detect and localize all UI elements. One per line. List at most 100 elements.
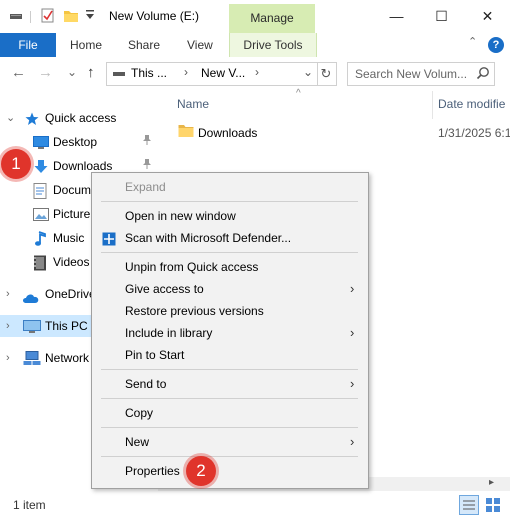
- minimize-button[interactable]: —: [374, 0, 419, 33]
- submenu-arrow-icon: ›: [350, 434, 355, 449]
- breadcrumb-new-volume[interactable]: New V...: [201, 66, 245, 80]
- menu-divider: [101, 427, 358, 428]
- breadcrumb-separator-icon[interactable]: ›: [255, 65, 259, 79]
- menu-item-label: New: [125, 435, 150, 449]
- drive-icon: [9, 8, 23, 25]
- defender-shield-icon: [102, 231, 116, 253]
- star-icon: [25, 111, 39, 133]
- sidebar-item-label: OneDrive: [45, 287, 96, 301]
- scroll-right-icon[interactable]: ▸: [489, 477, 494, 488]
- chevron-right-icon[interactable]: ›: [6, 283, 10, 305]
- menu-item-label: Restore previous versions: [125, 304, 264, 318]
- search-placeholder: Search New Volum...: [355, 67, 468, 81]
- folder-icon: [178, 124, 194, 141]
- maximize-button[interactable]: ☐: [419, 0, 464, 33]
- column-header-name[interactable]: Name: [177, 97, 209, 111]
- sidebar-item-label: Music: [53, 231, 85, 245]
- menu-item-unpin[interactable]: Unpin from Quick access: [92, 256, 368, 278]
- large-icons-view-icon[interactable]: [484, 496, 502, 514]
- ribbon-collapse-icon[interactable]: ⌃: [468, 35, 477, 48]
- new-folder-qat-icon[interactable]: [63, 8, 79, 27]
- context-menu: Expand Open in new window Scan with Micr…: [91, 172, 369, 489]
- search-icon[interactable]: [476, 66, 490, 83]
- tab-drive-tools[interactable]: Drive Tools: [229, 33, 317, 57]
- address-bar[interactable]: This ... › New V... › ⌄: [106, 62, 318, 86]
- menu-item-open-new-window[interactable]: Open in new window: [92, 205, 368, 227]
- refresh-icon[interactable]: ↻: [316, 62, 337, 86]
- tab-home[interactable]: Home: [70, 33, 102, 57]
- menu-item-expand[interactable]: Expand: [92, 176, 368, 198]
- menu-item-properties[interactable]: Properties: [92, 460, 368, 482]
- computer-icon: [23, 319, 41, 341]
- menu-divider: [101, 398, 358, 399]
- sidebar-item-quick-access[interactable]: ⌄ Quick access: [0, 107, 158, 129]
- column-header-date[interactable]: Date modifie: [438, 97, 505, 111]
- back-arrow-icon[interactable]: ←: [11, 64, 26, 81]
- menu-divider: [101, 201, 358, 202]
- tab-file[interactable]: File: [0, 33, 56, 57]
- title-bar: New Volume (E:) Manage — ☐ ✕: [0, 0, 510, 33]
- sidebar-item-label: Videos: [53, 255, 90, 269]
- menu-item-label: Copy: [125, 406, 154, 420]
- column-divider[interactable]: [432, 91, 433, 119]
- address-dropdown-icon[interactable]: ⌄: [303, 65, 313, 79]
- tab-manage[interactable]: Manage: [229, 4, 315, 33]
- cloud-icon: [22, 289, 40, 311]
- details-view-icon[interactable]: [459, 495, 479, 515]
- desktop-icon: [33, 135, 49, 157]
- table-row-name[interactable]: Downloads: [198, 126, 257, 140]
- menu-item-send-to[interactable]: Send to ›: [92, 373, 368, 395]
- menu-item-label: Include in library: [125, 326, 213, 340]
- sidebar-item-label: Quick access: [45, 111, 117, 125]
- chevron-right-icon[interactable]: ›: [6, 347, 10, 369]
- network-icon: [23, 351, 41, 373]
- properties-qat-icon[interactable]: [41, 8, 55, 27]
- sidebar-item-label: Picture: [53, 207, 91, 221]
- menu-divider: [101, 369, 358, 370]
- step-badge-2: 2: [186, 456, 216, 486]
- table-row-date: 1/31/2025 6:1: [438, 126, 510, 140]
- qat-separator: [30, 11, 32, 26]
- menu-divider: [101, 456, 358, 457]
- breadcrumb-this-pc[interactable]: This ...: [131, 66, 167, 80]
- ribbon-tabs: File Home Share View Drive Tools ⌃ ?: [0, 33, 510, 58]
- menu-item-restore-versions[interactable]: Restore previous versions: [92, 300, 368, 322]
- sidebar-item-desktop[interactable]: Desktop: [0, 131, 158, 153]
- drive-icon: [112, 67, 126, 82]
- sidebar-item-label: This PC: [45, 319, 88, 333]
- item-count: 1 item: [13, 498, 46, 512]
- menu-item-label: Give access to: [125, 282, 204, 296]
- menu-item-pin-start[interactable]: Pin to Start: [92, 344, 368, 366]
- qat-dropdown-icon[interactable]: [85, 8, 95, 25]
- menu-item-copy[interactable]: Copy: [92, 402, 368, 424]
- menu-item-new[interactable]: New ›: [92, 431, 368, 453]
- sidebar-item-label: Network: [45, 351, 90, 365]
- close-button[interactable]: ✕: [465, 0, 510, 33]
- window-title: New Volume (E:): [109, 9, 200, 23]
- address-row: ← → ⌄ ↑ This ... › New V... › ⌄ ↻ Search…: [0, 57, 510, 91]
- pin-icon[interactable]: [142, 131, 152, 153]
- videos-icon: [33, 255, 47, 278]
- menu-item-label: Pin to Start: [125, 348, 185, 362]
- chevron-down-icon[interactable]: ⌄: [6, 107, 15, 129]
- search-input[interactable]: Search New Volum...: [347, 62, 495, 86]
- menu-item-scan-defender[interactable]: Scan with Microsoft Defender...: [92, 227, 368, 249]
- forward-arrow-icon[interactable]: →: [38, 64, 53, 81]
- menu-item-include-library[interactable]: Include in library ›: [92, 322, 368, 344]
- status-bar: 1 item: [0, 491, 510, 519]
- tab-view[interactable]: View: [187, 33, 213, 57]
- menu-item-label: Open in new window: [125, 209, 236, 223]
- breadcrumb-separator-icon[interactable]: ›: [184, 65, 188, 79]
- menu-item-label: Send to: [125, 377, 167, 391]
- menu-item-give-access[interactable]: Give access to ›: [92, 278, 368, 300]
- menu-item-label: Expand: [125, 180, 166, 194]
- menu-item-label: Unpin from Quick access: [125, 260, 259, 274]
- recent-locations-icon[interactable]: ⌄: [67, 65, 77, 79]
- menu-item-label: Properties: [125, 464, 180, 478]
- help-icon[interactable]: ?: [488, 37, 504, 53]
- submenu-arrow-icon: ›: [350, 376, 355, 391]
- chevron-right-icon[interactable]: ›: [6, 315, 10, 337]
- tab-share[interactable]: Share: [128, 33, 160, 57]
- menu-item-label: Scan with Microsoft Defender...: [125, 231, 292, 245]
- up-arrow-icon[interactable]: ↑: [87, 64, 95, 81]
